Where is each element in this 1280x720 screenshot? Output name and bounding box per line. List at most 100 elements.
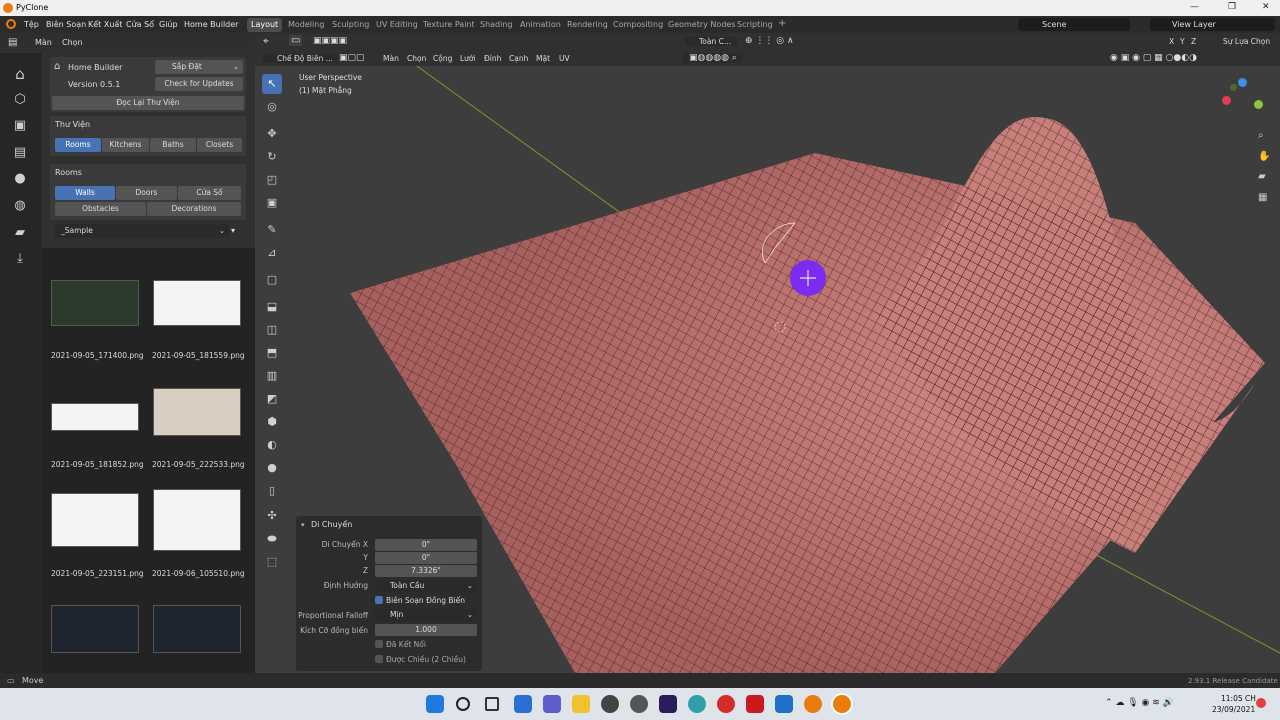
transform-tool-icon[interactable]: ▣ <box>262 193 282 213</box>
mode-dropdown[interactable]: Chế Độ Biên ... <box>263 54 337 63</box>
search-icon[interactable] <box>456 697 470 711</box>
editor-type-icon[interactable]: ▤ <box>8 37 17 48</box>
left-menu-select[interactable]: Chọn <box>62 38 83 47</box>
tab-sculpting[interactable]: Sculpting <box>332 20 369 29</box>
knife-icon[interactable]: ◩ <box>262 389 282 409</box>
annotate-tool-icon[interactable]: ✎ <box>262 220 282 240</box>
tab-windows[interactable]: Cửa Sổ <box>178 186 241 200</box>
orientation-dropdown[interactable]: Toàn C... <box>685 37 738 46</box>
blender-logo-icon[interactable] <box>6 19 16 29</box>
viewport-menu-select[interactable]: Chọn <box>407 54 426 63</box>
navigation-gizmo[interactable] <box>1222 78 1266 122</box>
vertex-edge-face-icons[interactable]: ▣▢▢ <box>339 53 365 63</box>
download-icon[interactable]: ⤓ <box>11 250 29 268</box>
tab-closets[interactable]: Closets <box>197 138 242 152</box>
zoom-icon[interactable]: ⌕ <box>1258 130 1264 141</box>
clock-time[interactable]: 11:05 CH <box>1221 694 1256 703</box>
thumbnail-image[interactable] <box>51 280 139 326</box>
clock-date[interactable]: 23/09/2021 <box>1212 705 1255 714</box>
app-icon[interactable] <box>717 695 735 713</box>
tab-layout[interactable]: Layout <box>247 18 283 32</box>
material-icon[interactable]: ● <box>11 170 29 188</box>
edge-slide-icon[interactable]: ▯ <box>262 481 282 501</box>
acrobat-icon[interactable] <box>746 695 764 713</box>
thumbnail-image[interactable] <box>153 280 241 326</box>
minimize-button[interactable]: — <box>1190 2 1199 12</box>
smooth-icon[interactable]: ● <box>262 458 282 478</box>
viewport-menu-vertex[interactable]: Đỉnh <box>484 54 501 63</box>
hand-icon[interactable]: ✋ <box>1258 151 1270 162</box>
proportional-edit-checkbox[interactable] <box>375 596 383 604</box>
shear-icon[interactable]: ⬬ <box>262 529 282 549</box>
reload-library-button[interactable]: Đọc Lại Thư Viện <box>52 96 244 110</box>
tab-geometry-nodes[interactable]: Geometry Nodes <box>668 20 735 29</box>
tab-obstacles[interactable]: Obstacles <box>55 202 146 216</box>
gizmo-z-icon[interactable] <box>1238 78 1247 87</box>
selection-mode-icons[interactable]: ▣▣▣▣ <box>313 36 347 46</box>
size-field[interactable]: 1.000 <box>375 624 477 636</box>
overlay-icons[interactable]: ◉ ▣ ◉ ▢ ▦ ○●◐◑ <box>1110 53 1197 63</box>
move-tool-icon[interactable]: ✥ <box>262 124 282 144</box>
thumbnail-image[interactable] <box>153 489 241 551</box>
thumbnail-image[interactable] <box>51 403 139 431</box>
camera-icon[interactable]: ▰ <box>11 224 29 242</box>
tab-rendering[interactable]: Rendering <box>567 20 608 29</box>
tab-kitchens[interactable]: Kitchens <box>102 138 149 152</box>
viewport-menu-edge[interactable]: Cạnh <box>509 54 528 63</box>
extrude-icon[interactable]: ⬓ <box>262 297 282 317</box>
thumbnail-image[interactable] <box>153 605 241 653</box>
mirror-x-toggle[interactable]: X <box>1169 37 1174 46</box>
move-z-field[interactable]: 7.3326" <box>375 565 477 577</box>
thumbnail-image[interactable] <box>153 388 241 436</box>
vscode-icon[interactable] <box>775 695 793 713</box>
select-tool-icon[interactable]: ↖ <box>262 74 282 94</box>
blender-active-icon[interactable] <box>833 695 851 713</box>
gizmo-neg-y-icon[interactable] <box>1230 84 1237 91</box>
viewport-menu-view[interactable]: Màn <box>383 54 399 63</box>
tab-animation[interactable]: Animation <box>520 20 561 29</box>
poly-build-icon[interactable]: ⬢ <box>262 412 282 432</box>
view-layer-selector[interactable]: View Layer <box>1150 18 1275 31</box>
cursor-tool-icon[interactable]: ◎ <box>262 97 282 117</box>
select-box-icon[interactable]: ▭ <box>289 35 303 46</box>
premiere-icon[interactable] <box>659 695 677 713</box>
tab-scripting[interactable]: Scripting <box>737 20 773 29</box>
mirror-y-toggle[interactable]: Y <box>1180 37 1185 46</box>
check-updates-button[interactable]: Check for Updates <box>155 77 243 91</box>
pivot-icons[interactable]: ⊕ ⋮⋮ ◎ ∧ <box>745 36 794 46</box>
move-x-field[interactable]: 0" <box>375 539 477 551</box>
cube-icon[interactable]: ⬡ <box>11 91 29 109</box>
tab-walls[interactable]: Walls <box>55 186 115 200</box>
viewport-menu-mesh[interactable]: Lưới <box>460 54 476 63</box>
collapse-icon[interactable]: ▾ <box>301 521 305 529</box>
tab-texture-paint[interactable]: Texture Paint <box>423 20 475 29</box>
tab-uv-editing[interactable]: UV Editing <box>376 20 418 29</box>
snap-icons[interactable]: ▣◍◍◍◍ ⌕ <box>683 53 743 63</box>
bevel-icon[interactable]: ⬒ <box>262 343 282 363</box>
measure-tool-icon[interactable]: ⊿ <box>262 243 282 263</box>
tab-compositing[interactable]: Compositing <box>613 20 663 29</box>
thumbnail-image[interactable] <box>51 605 139 653</box>
maximize-button[interactable]: ❐ <box>1228 2 1236 12</box>
rotate-tool-icon[interactable]: ↻ <box>262 147 282 167</box>
shrink-icon[interactable]: ✣ <box>262 506 282 526</box>
scene-selector[interactable]: Scene <box>1018 18 1130 31</box>
tab-modeling[interactable]: Modeling <box>288 20 324 29</box>
chat-icon[interactable] <box>543 695 561 713</box>
add-cube-icon[interactable]: ▢ <box>262 270 282 290</box>
connected-checkbox[interactable] <box>375 640 383 648</box>
sample-dropdown[interactable]: _Sample ⌄ <box>55 224 229 238</box>
task-view-icon[interactable] <box>485 697 499 711</box>
tab-shading[interactable]: Shading <box>480 20 513 29</box>
menu-render[interactable]: Kết Xuất <box>88 20 122 29</box>
menu-edit[interactable]: Biên Soạn <box>46 20 86 29</box>
menu-file[interactable]: Tệp <box>24 20 39 29</box>
tab-baths[interactable]: Baths <box>150 138 196 152</box>
menu-home-builder[interactable]: Home Builder <box>184 20 238 29</box>
scale-tool-icon[interactable]: ◰ <box>262 170 282 190</box>
inset-icon[interactable]: ◫ <box>262 320 282 340</box>
move-y-field[interactable]: 0" <box>375 552 477 564</box>
thumbnail-image[interactable] <box>51 493 139 547</box>
notification-badge[interactable] <box>1256 698 1266 708</box>
options-dropdown[interactable]: Sự Lựa Chọn <box>1223 37 1270 46</box>
